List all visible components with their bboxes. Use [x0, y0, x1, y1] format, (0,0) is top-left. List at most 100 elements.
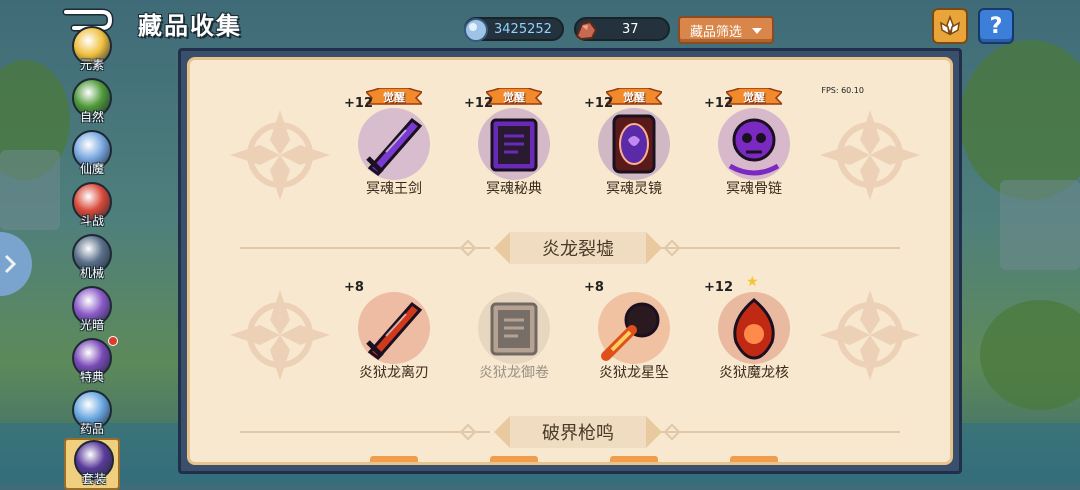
item-icon-frame [356, 290, 432, 366]
collection-panel: FPS: 60.10 觉醒 +12 冥魂王剑 觉醒 +12 冥魂秘典 觉醒 +12 冥魂灵镜 觉醒… [178, 48, 962, 474]
enhance-level: +12 [584, 96, 613, 111]
awaken-label: 觉醒 [503, 91, 525, 104]
arrow-left-ornament [494, 416, 510, 448]
sidebar-item[interactable]: 斗战 [64, 182, 120, 234]
sidebar-item-label: 光暗 [79, 318, 104, 332]
gem-icon [464, 18, 488, 42]
diamond-ornament [459, 423, 477, 441]
awaken-badge-partial [730, 456, 778, 462]
enhance-level: +12 [704, 280, 733, 295]
section-title-text: 破界枪鸣 [510, 416, 646, 448]
item-name: 冥魂骨链 [726, 181, 782, 197]
collection-item[interactable]: +8 炎狱龙星坠 [584, 272, 684, 382]
star-icon: ★ [746, 274, 759, 290]
filter-dropdown[interactable]: 藏品筛选 [678, 16, 774, 44]
stone-count: 37 [622, 21, 639, 37]
item-name: 冥魂王剑 [366, 181, 422, 197]
scroll-icon [478, 292, 550, 364]
awaken-badge: 觉醒 [364, 87, 424, 106]
bone-chain-icon [718, 108, 790, 180]
question-icon: ? [989, 13, 1003, 39]
item-name: 炎狱龙离刃 [359, 365, 429, 381]
diamond-ornament [459, 239, 477, 257]
collection-item[interactable]: +8 炎狱龙离刃 [344, 272, 444, 382]
divider-line [240, 431, 490, 433]
help-button[interactable]: ? [978, 8, 1014, 44]
enhance-level: +12 [704, 96, 733, 111]
filter-label: 藏品筛选 [690, 24, 743, 40]
gem-count: 3425252 [494, 21, 552, 37]
item-icon-frame [596, 106, 672, 182]
stone-counter: 37 [574, 17, 670, 41]
collection-item[interactable]: 觉醒 +12 冥魂骨链 [704, 87, 804, 198]
enhance-level: +8 [344, 280, 364, 295]
sidebar-item[interactable]: 特典 [64, 336, 120, 390]
section-title: 破界枪鸣 [190, 414, 950, 450]
awaken-label: 觉醒 [623, 91, 645, 104]
item-name: 炎狱龙星坠 [599, 365, 669, 381]
sidebar-item-label: 自然 [79, 110, 104, 124]
expand-sidebar-button[interactable] [0, 232, 32, 296]
item-icon-frame [716, 106, 792, 182]
collection-item[interactable]: ★ +12 炎狱魔龙核 [704, 272, 804, 382]
chevron-right-icon [4, 254, 16, 274]
sidebar-item-label: 斗战 [79, 214, 104, 228]
sidebar-item-label: 仙魔 [79, 162, 104, 176]
sidebar-item[interactable]: 元素 [64, 26, 120, 78]
sidebar-item[interactable]: 光暗 [64, 286, 120, 338]
collection-item[interactable]: 觉醒 +12 冥魂秘典 [464, 87, 564, 198]
section-title: 炎龙裂墟 [190, 230, 950, 266]
item-icon-frame [476, 290, 552, 366]
arrow-left-ornament [494, 232, 510, 264]
sidebar-item-label: 药品 [79, 422, 104, 436]
sidebar-item-label: 机械 [79, 266, 104, 280]
item-name: 冥魂秘典 [486, 181, 542, 197]
collection-item[interactable]: 觉醒 +12 冥魂王剑 [344, 87, 444, 198]
item-name: 冥魂灵镜 [606, 181, 662, 197]
awaken-badge: 觉醒 [604, 87, 664, 106]
lotus-button[interactable] [932, 8, 968, 44]
sidebar-item[interactable]: 套装 [64, 438, 120, 490]
item-name: 炎狱魔龙核 [719, 365, 789, 381]
collection-item[interactable]: 觉醒 +12 冥魂灵镜 [584, 87, 684, 198]
awaken-label: 觉醒 [383, 91, 405, 104]
divider-line [650, 247, 900, 249]
section-title-text: 炎龙裂墟 [510, 232, 646, 264]
sidebar-item[interactable]: 药品 [64, 390, 120, 442]
sidebar-item[interactable]: 机械 [64, 234, 120, 286]
arrow-right-ornament [646, 416, 662, 448]
sidebar-item[interactable]: 自然 [64, 78, 120, 130]
sidebar-item-label: 元素 [79, 58, 104, 72]
blade-icon [358, 292, 430, 364]
collection-list[interactable]: FPS: 60.10 觉醒 +12 冥魂王剑 觉醒 +12 冥魂秘典 觉醒 +12 冥魂灵镜 觉醒… [187, 57, 953, 465]
enhance-level: +12 [464, 96, 493, 111]
divider-line [650, 431, 900, 433]
sidebar-item[interactable]: 仙魔 [64, 130, 120, 182]
mirror-icon [598, 108, 670, 180]
item-icon-frame [716, 290, 792, 366]
divider-line [240, 247, 490, 249]
enhance-level: +8 [584, 280, 604, 295]
lotus-icon [940, 14, 960, 36]
item-row: 觉醒 +12 冥魂王剑 觉醒 +12 冥魂秘典 觉醒 +12 冥魂灵镜 觉醒 +12 冥魂骨链 [190, 87, 950, 198]
sidebar-item-label: 特典 [79, 370, 104, 384]
collection-item[interactable]: 炎狱龙御卷 [464, 272, 564, 382]
stone-icon [575, 20, 598, 41]
awaken-badge: 觉醒 [724, 87, 784, 106]
awaken-label: 觉醒 [743, 91, 765, 104]
item-icon-frame [476, 106, 552, 182]
sword-icon [358, 108, 430, 180]
item-name: 炎狱龙御卷 [479, 365, 549, 381]
awaken-badge-partial [490, 456, 538, 462]
diamond-ornament [663, 239, 681, 257]
sidebar-item-label: 套装 [81, 472, 106, 486]
section-tag: 炎龙裂墟 [490, 230, 666, 266]
awaken-badge: 觉醒 [484, 87, 544, 106]
arrow-right-ornament [646, 232, 662, 264]
dragon-core-icon [718, 292, 790, 364]
meteor-icon [598, 292, 670, 364]
tome-icon [478, 108, 550, 180]
gem-counter: 3425252 [464, 17, 564, 42]
page-title: 藏品收集 [138, 12, 242, 40]
chevron-down-icon [752, 28, 762, 34]
